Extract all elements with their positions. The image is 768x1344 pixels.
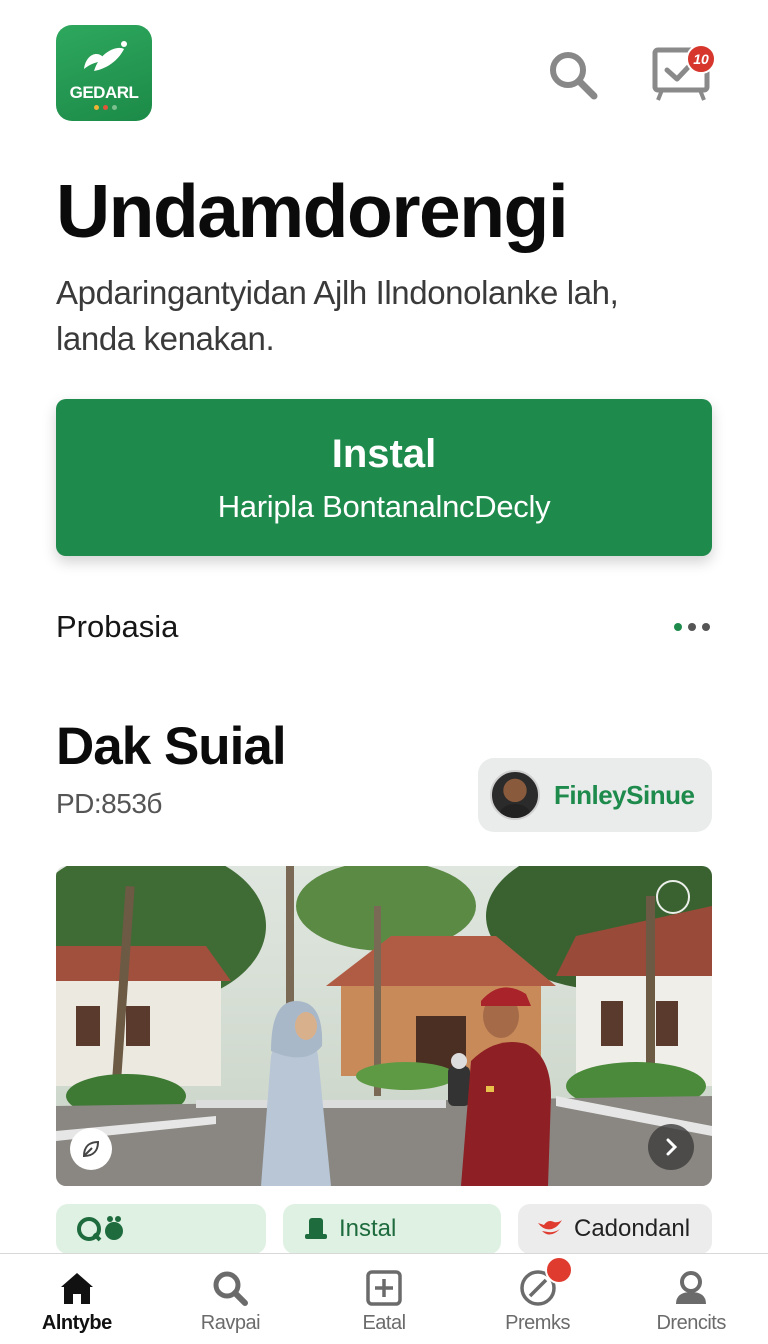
nav-item-premks[interactable]: Premks: [461, 1254, 615, 1344]
profile-icon: [614, 1268, 768, 1308]
action-badge-button[interactable]: [56, 1204, 266, 1254]
nav-label: Premks: [505, 1312, 570, 1334]
home-icon: [0, 1268, 154, 1308]
search-button[interactable]: [546, 48, 600, 102]
action-cadondanl-button[interactable]: Cadondanl: [518, 1204, 712, 1254]
expand-button[interactable]: [656, 880, 690, 914]
action-label: Cadondanl: [574, 1215, 691, 1242]
leaf-logo-icon: [84, 41, 127, 71]
nav-item-profile[interactable]: Drencits: [614, 1254, 768, 1344]
nav-label: Drencits: [656, 1312, 726, 1334]
dot-icon: [688, 623, 696, 631]
photo-card[interactable]: [56, 866, 712, 1186]
dot-icon: [702, 623, 710, 631]
detail-code: PD:853б: [56, 788, 162, 819]
phone-icon: [303, 1216, 329, 1242]
compass-icon: [461, 1268, 615, 1308]
install-title: Instal: [331, 432, 437, 476]
notification-badge: 10: [686, 44, 716, 74]
detail-title: Dak Suial: [56, 717, 287, 776]
leaf-button[interactable]: [70, 1128, 112, 1170]
search-icon: [550, 52, 598, 100]
badge-icon: [76, 1214, 132, 1244]
action-label: Instal: [339, 1215, 397, 1242]
section-label: Probasia: [56, 609, 179, 644]
app-logo: GEDARL: [56, 25, 152, 121]
add-box-icon: [307, 1268, 461, 1308]
bottom-nav: Alntybe Ravpai Eatal Premks Drencits: [0, 1253, 768, 1344]
nav-item-add[interactable]: Eatal: [307, 1254, 461, 1344]
logo-dots: [94, 105, 117, 110]
avatar: [490, 770, 540, 820]
nav-badge: [544, 1256, 573, 1284]
nav-label: Ravpai: [200, 1312, 261, 1334]
leaf-icon: [82, 1140, 100, 1158]
action-install-button[interactable]: Instal: [283, 1204, 501, 1254]
search-icon: [154, 1268, 308, 1308]
install-button[interactable]: Instal Haripla BontanalncDecly: [56, 399, 712, 556]
tasks-button[interactable]: 10: [652, 44, 718, 102]
page-title: Undamdorengi: [56, 169, 569, 253]
nav-item-search[interactable]: Ravpai: [154, 1254, 308, 1344]
bird-icon: [536, 1217, 564, 1241]
chevron-right-icon: [666, 1138, 678, 1156]
nav-item-home[interactable]: Alntybe: [0, 1254, 154, 1344]
next-button[interactable]: [648, 1124, 694, 1170]
install-subtitle: Haripla BontanalncDecly: [217, 489, 551, 524]
dot-icon: [674, 623, 682, 631]
logo-text: GEDARL: [69, 83, 139, 102]
scene-photo: [56, 866, 712, 1186]
page-subtitle: Apdaringantyidan Ajlh Ilndonolanke lah, …: [56, 274, 619, 357]
user-chip[interactable]: FinleySinue: [478, 758, 712, 832]
user-name: FinleySinue: [554, 779, 695, 810]
more-options-button[interactable]: [668, 614, 716, 640]
nav-label: Alntybe: [41, 1312, 112, 1334]
nav-label: Eatal: [362, 1312, 406, 1334]
